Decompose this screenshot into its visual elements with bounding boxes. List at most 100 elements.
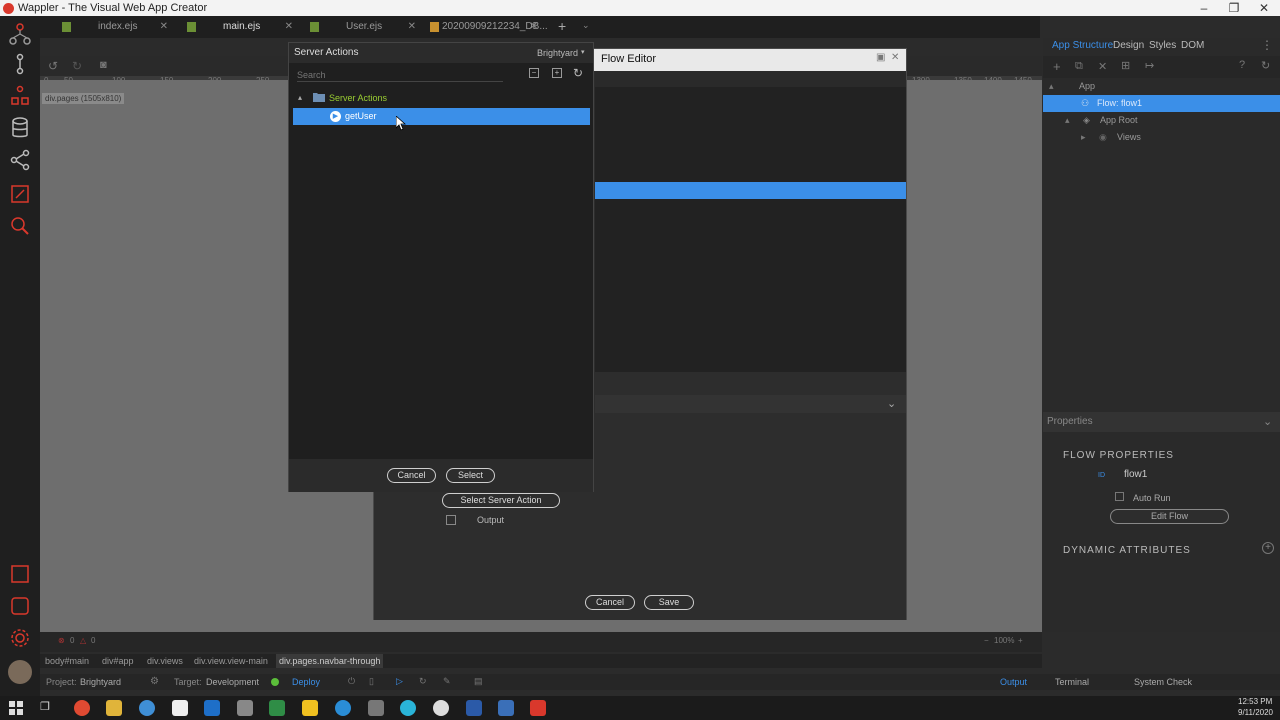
chrome-icon[interactable]: [74, 700, 90, 716]
flow-cancel-button[interactable]: Cancel: [585, 595, 635, 610]
run-icon[interactable]: ▷: [396, 676, 403, 687]
tab-app-structure[interactable]: App Structure: [1052, 40, 1113, 51]
properties-section-header[interactable]: ⌄: [595, 395, 906, 413]
close-tab-icon[interactable]: ✕: [160, 16, 168, 38]
app-icon[interactable]: [237, 700, 253, 716]
app-icon[interactable]: [302, 700, 318, 716]
id-value[interactable]: flow1: [1124, 469, 1147, 480]
notepad-icon[interactable]: [172, 700, 188, 716]
tab-index[interactable]: index.ejs ✕: [62, 16, 168, 38]
select-server-action-button[interactable]: Select Server Action: [442, 493, 560, 508]
tab-styles[interactable]: Styles: [1149, 40, 1176, 51]
collapse-all-icon[interactable]: −: [529, 68, 539, 78]
workflow-icon[interactable]: [8, 52, 32, 76]
tab-main[interactable]: main.ejs ✕: [187, 16, 293, 38]
tree-item-flow[interactable]: ⚇ Flow: flow1: [1043, 95, 1280, 112]
selected-flow-step[interactable]: [595, 182, 906, 199]
error-count[interactable]: 0: [70, 636, 74, 645]
sa-select-button[interactable]: Select: [446, 468, 495, 483]
edge-icon[interactable]: [335, 700, 351, 716]
edit-icon[interactable]: [8, 182, 32, 206]
wappler-taskbar-icon[interactable]: [530, 700, 546, 716]
resources-icon[interactable]: [8, 594, 32, 618]
output-checkbox[interactable]: [446, 515, 456, 525]
wrap-icon[interactable]: ⊞: [1121, 59, 1130, 72]
close-window-icon[interactable]: ✕: [1254, 1, 1274, 15]
expand-all-icon[interactable]: +: [552, 68, 562, 78]
search-icon[interactable]: [8, 214, 32, 238]
auto-run-checkbox[interactable]: [1115, 492, 1124, 501]
clipboard-icon[interactable]: ▤: [474, 676, 483, 687]
flow-save-button[interactable]: Save: [644, 595, 694, 610]
warning-count[interactable]: 0: [91, 636, 95, 645]
project-selector[interactable]: Brightyard: [80, 677, 121, 687]
extensions-icon[interactable]: [8, 562, 32, 586]
camera-icon[interactable]: ◙: [100, 59, 107, 71]
file-explorer-icon[interactable]: [106, 700, 122, 716]
bookmark-icon[interactable]: ▯: [369, 676, 374, 687]
expand-icon[interactable]: ▸: [1081, 129, 1086, 146]
tools-icon[interactable]: ✎: [443, 676, 451, 687]
panel-menu-icon[interactable]: ⋮: [1261, 38, 1273, 52]
app-icon[interactable]: [139, 700, 155, 716]
delete-icon[interactable]: ✕: [1098, 60, 1107, 73]
server-actions-icon[interactable]: [8, 84, 32, 108]
close-tab-icon[interactable]: ✕: [530, 16, 538, 38]
minimize-icon[interactable]: –: [1194, 1, 1214, 15]
restore-icon[interactable]: ❐: [1224, 1, 1244, 15]
task-view-icon[interactable]: ❐: [40, 700, 50, 713]
zoom-out-icon[interactable]: −: [984, 636, 989, 645]
refresh-icon[interactable]: ↻: [1261, 59, 1270, 72]
database-icon[interactable]: [8, 116, 32, 140]
tab-design[interactable]: Design: [1113, 40, 1144, 51]
duplicate-icon[interactable]: ⧉: [1075, 60, 1083, 73]
outlook-icon[interactable]: [204, 700, 220, 716]
target-selector[interactable]: Development: [206, 677, 259, 687]
move-icon[interactable]: ↦: [1145, 59, 1154, 72]
settings-gear-icon[interactable]: [8, 626, 32, 650]
tree-item-app[interactable]: ▴ App: [1043, 78, 1280, 95]
terminal-button[interactable]: Terminal: [1055, 677, 1089, 687]
close-tab-icon[interactable]: ✕: [285, 16, 293, 38]
app-icon[interactable]: [400, 700, 416, 716]
undo-icon[interactable]: ↺: [48, 59, 58, 73]
properties-header[interactable]: Properties ⌄: [1043, 412, 1280, 432]
close-icon[interactable]: ✕: [891, 52, 899, 63]
search-input[interactable]: [297, 68, 503, 82]
help-icon[interactable]: ?: [1239, 59, 1245, 71]
add-attribute-icon[interactable]: +: [1262, 542, 1274, 554]
tree-item-app-root[interactable]: ▴ ◈ App Root: [1043, 112, 1280, 129]
power-icon[interactable]: ⏻: [348, 676, 355, 687]
collapse-icon[interactable]: ▴: [1065, 112, 1070, 129]
word-icon[interactable]: [466, 700, 482, 716]
zoom-level[interactable]: 100%: [994, 636, 1014, 645]
settings-icon[interactable]: ⚙: [150, 676, 159, 687]
system-check-button[interactable]: System Check: [1134, 677, 1192, 687]
excel-icon[interactable]: [269, 700, 285, 716]
app-icon[interactable]: [433, 700, 449, 716]
maximize-icon[interactable]: ▣: [876, 52, 885, 63]
tree-item-views[interactable]: ▸ ◉ Views: [1043, 129, 1280, 146]
server-actions-folder[interactable]: Server Actions: [329, 93, 387, 103]
tabs-dropdown-icon[interactable]: ⌄: [582, 20, 590, 31]
folder-collapse-icon[interactable]: ▴: [298, 93, 302, 102]
app-icon[interactable]: [368, 700, 384, 716]
flow-canvas[interactable]: [595, 87, 906, 372]
close-tab-icon[interactable]: ✕: [408, 16, 416, 38]
tree-item-getuser[interactable]: ▶ getUser: [293, 108, 590, 125]
windows-start-icon[interactable]: [9, 701, 23, 715]
add-icon[interactable]: +: [1053, 59, 1061, 74]
zoom-in-icon[interactable]: +: [1018, 636, 1023, 645]
reload-icon[interactable]: ↻: [419, 676, 427, 687]
deploy-button[interactable]: Deploy: [292, 677, 320, 687]
output-button[interactable]: Output: [1000, 677, 1027, 687]
git-icon[interactable]: [8, 148, 32, 172]
edit-flow-button[interactable]: Edit Flow: [1110, 509, 1229, 524]
tab-user[interactable]: User.ejs ✕: [310, 16, 416, 38]
new-tab-icon[interactable]: +: [558, 18, 566, 34]
clock-date[interactable]: 9/11/2020: [1238, 708, 1273, 717]
sa-cancel-button[interactable]: Cancel: [387, 468, 436, 483]
app-structure-icon[interactable]: [8, 22, 32, 46]
app-icon[interactable]: [498, 700, 514, 716]
redo-icon[interactable]: ↻: [72, 59, 82, 73]
